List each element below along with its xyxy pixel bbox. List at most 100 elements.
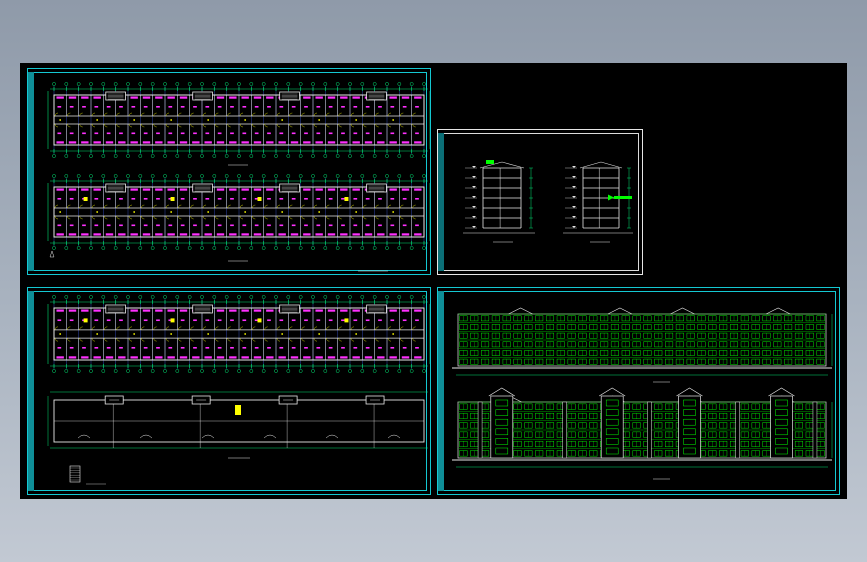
- light-fixture: [59, 119, 62, 121]
- axis-bubble: [89, 369, 93, 373]
- door-swing: [326, 326, 330, 330]
- axis-bubble: [138, 295, 143, 299]
- furniture-mark: [390, 198, 395, 200]
- fixture-mark: [170, 197, 175, 201]
- axis-bubble: [311, 246, 315, 250]
- axis-bubble: [113, 174, 118, 178]
- stair-core: [105, 91, 126, 101]
- window-mark: [56, 233, 64, 236]
- furniture-mark: [242, 319, 247, 322]
- door-swing: [412, 326, 416, 330]
- window-mark: [303, 141, 311, 144]
- furniture-mark: [242, 224, 247, 227]
- window-mark: [167, 309, 175, 312]
- door-swing: [190, 204, 194, 209]
- axis-bubble: [397, 246, 402, 250]
- axis-bubble: [101, 369, 106, 373]
- furniture-mark: [94, 347, 99, 349]
- door-swing: [301, 204, 305, 209]
- axis-bubble: [385, 174, 389, 178]
- furniture-mark: [168, 347, 173, 349]
- door-swing: [375, 215, 379, 220]
- axis-bubble: [237, 174, 241, 178]
- furniture-mark: [106, 319, 111, 322]
- furniture-mark: [131, 224, 136, 227]
- section-sheet[interactable]: [437, 129, 643, 275]
- sections-drawing: [463, 160, 633, 243]
- door-swing: [412, 215, 416, 220]
- cad-drawing-canvas[interactable]: [20, 63, 847, 499]
- door-swing: [190, 123, 194, 128]
- pilaster: [735, 401, 740, 459]
- furniture-mark: [402, 198, 407, 200]
- door-swing: [67, 204, 71, 209]
- window-mark: [216, 141, 225, 144]
- furniture-mark: [365, 198, 370, 200]
- door-swing: [338, 326, 342, 330]
- light-fixture: [170, 333, 173, 335]
- axis-bubble: [249, 82, 254, 86]
- light-fixture: [281, 119, 284, 121]
- ground-group: [47, 82, 430, 158]
- door-swing: [313, 326, 318, 330]
- door-swing: [387, 215, 392, 220]
- floor-plans-sheet[interactable]: [27, 68, 431, 275]
- door-swing: [289, 123, 293, 128]
- window-mark: [290, 233, 299, 236]
- furniture-mark: [131, 198, 136, 200]
- furniture-mark: [119, 347, 123, 349]
- furniture-mark: [106, 347, 111, 349]
- window-mark: [414, 96, 422, 99]
- window-mark: [204, 356, 212, 359]
- window-mark: [167, 96, 175, 99]
- axis-bubble: [274, 369, 278, 373]
- door-swing: [104, 123, 108, 128]
- door-swing: [165, 123, 170, 128]
- furniture-mark: [180, 132, 185, 135]
- window-mark: [192, 233, 200, 236]
- furniture-mark: [156, 224, 160, 227]
- furniture-mark: [106, 224, 111, 227]
- roof-drain: [387, 434, 401, 439]
- window-mark: [290, 141, 299, 144]
- axis-bubble: [422, 154, 426, 158]
- furniture-mark: [328, 224, 333, 227]
- window-mark: [179, 96, 188, 99]
- axis-bubble: [138, 246, 143, 250]
- fixture-mark: [83, 197, 88, 201]
- axis-bubble: [335, 369, 340, 373]
- door-swing: [178, 326, 182, 330]
- door-swing: [252, 112, 256, 117]
- window-mark: [266, 356, 274, 359]
- window-mark: [377, 233, 385, 236]
- axis-bubble: [261, 369, 266, 373]
- axis-bubble: [397, 82, 402, 86]
- furniture-mark: [390, 106, 395, 108]
- door-swing: [375, 338, 379, 342]
- door-swing: [215, 338, 219, 342]
- roof-plan: [47, 391, 428, 459]
- door-swing: [104, 215, 108, 220]
- furniture-mark: [193, 224, 197, 227]
- window-mark: [315, 309, 323, 312]
- furniture-mark: [304, 347, 308, 349]
- elevation-sheet[interactable]: [437, 287, 840, 495]
- furniture-mark: [304, 132, 308, 135]
- window-mark: [81, 356, 89, 359]
- axis-bubble: [52, 369, 56, 373]
- light-fixture: [318, 211, 321, 213]
- axis-bubble: [261, 174, 266, 178]
- door-swing: [252, 123, 256, 128]
- door-swing: [153, 326, 157, 330]
- furniture-mark: [143, 106, 148, 108]
- tower-roof: [676, 387, 703, 397]
- door-swing: [301, 326, 305, 330]
- door-swing: [79, 123, 83, 128]
- furniture-mark: [230, 106, 234, 108]
- upper-plans-sheet[interactable]: [27, 287, 431, 495]
- furniture-mark: [57, 132, 62, 135]
- window-mark: [229, 96, 237, 99]
- axis-bubble: [372, 295, 377, 299]
- furniture-mark: [279, 132, 284, 135]
- axis-bubble: [64, 295, 69, 299]
